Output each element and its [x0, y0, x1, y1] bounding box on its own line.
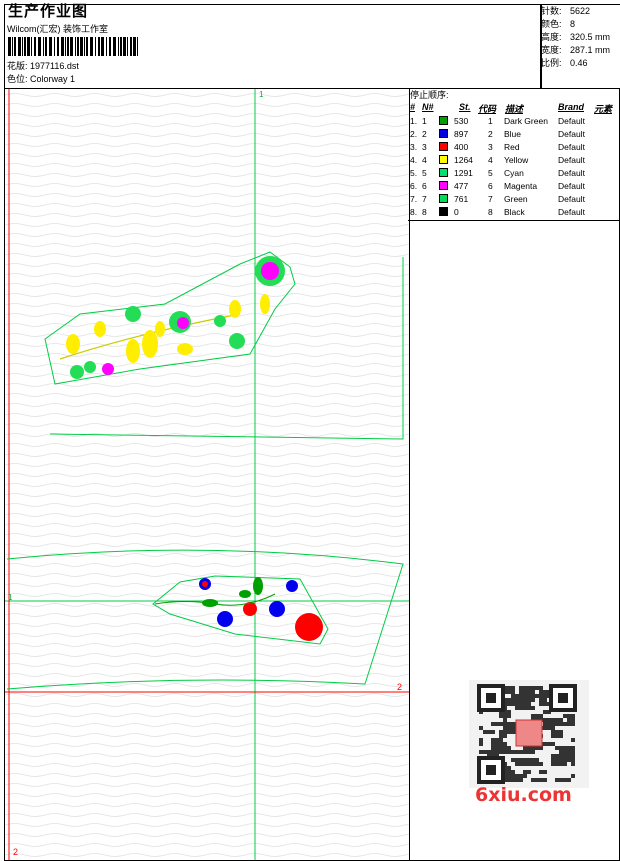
legend-row: 8. 8 0 8 Black Default — [408, 206, 619, 219]
colorway-label: 色位: Colorway 1 — [7, 74, 76, 84]
page-title: 生产作业图 — [8, 3, 89, 20]
legend-cell-stitches: 530 — [454, 116, 469, 126]
legend-header-elem: 元素 — [594, 104, 613, 114]
color-swatch — [439, 142, 448, 151]
legend-cell-brand: Default — [558, 155, 585, 165]
legend-cell-code: 7 — [488, 194, 493, 204]
legend-cell-desc: Blue — [504, 129, 522, 139]
guide-marker-top: 1 — [259, 90, 264, 99]
legend-cell-code: 2 — [488, 129, 493, 139]
color-swatch — [439, 207, 448, 216]
stat-stitches: 针数: 5622 — [541, 6, 591, 16]
legend-cell-num: 7. — [410, 194, 418, 204]
legend-cell-stitches: 1264 — [454, 155, 473, 165]
legend-cell-code: 1 — [488, 116, 493, 126]
legend-cell-code: 8 — [488, 207, 493, 217]
legend-cell-no: 5 — [422, 168, 427, 178]
legend-cell-num: 1. — [410, 116, 418, 126]
legend-cell-no: 2 — [422, 129, 427, 139]
legend-cell-stitches: 761 — [454, 194, 469, 204]
legend-row: 7. 7 761 7 Green Default — [408, 193, 619, 206]
legend-cell-brand: Default — [558, 116, 585, 126]
legend-cell-stitches: 1291 — [454, 168, 473, 178]
legend-cell-code: 5 — [488, 168, 493, 178]
legend-cell-code: 6 — [488, 181, 493, 191]
legend-cell-desc: Dark Green — [504, 116, 548, 126]
legend-cell-brand: Default — [558, 194, 585, 204]
legend-cell-stitches: 477 — [454, 181, 469, 191]
legend-cell-no: 3 — [422, 142, 427, 152]
legend-cell-no: 8 — [422, 207, 427, 217]
company-label: Wilcom(汇宏) 装饰工作室 — [7, 24, 108, 34]
legend-cell-desc: Magenta — [504, 181, 538, 191]
guide-marker-left: 1 — [8, 593, 13, 602]
legend-cell-stitches: 0 — [454, 207, 459, 217]
legend-cell-desc: Red — [504, 142, 520, 152]
legend-cell-num: 5. — [410, 168, 418, 178]
color-swatch — [439, 116, 448, 125]
design-canvas[interactable]: 1 1 2 2 — [4, 88, 410, 861]
stat-width: 宽度: 287.1 mm — [541, 45, 611, 55]
stat-colors: 颜色: 8 — [541, 19, 576, 29]
legend-cell-num: 2. — [410, 129, 418, 139]
stat-height: 高度: 320.5 mm — [541, 32, 611, 42]
barcode-image — [8, 37, 138, 56]
legend-title: 停止顺序: — [410, 90, 449, 100]
legend-row: 3. 3 400 3 Red Default — [408, 141, 619, 154]
legend-cell-brand: Default — [558, 168, 585, 178]
legend-header-no: N# — [422, 102, 434, 112]
color-swatch — [439, 129, 448, 138]
legend-header-desc: 描述 — [505, 104, 524, 114]
legend-row: 5. 5 1291 5 Cyan Default — [408, 167, 619, 180]
legend-header-st: St. — [459, 102, 471, 112]
legend-cell-desc: Black — [504, 207, 525, 217]
legend-cell-stitches: 400 — [454, 142, 469, 152]
stat-scale: 比例: 0.46 — [541, 58, 588, 68]
legend-header-code: 代码 — [478, 104, 497, 114]
right-column-divider — [408, 220, 619, 221]
design-filename: 花版: 1977116.dst — [7, 61, 79, 71]
legend-cell-code: 3 — [488, 142, 493, 152]
legend-cell-num: 6. — [410, 181, 418, 191]
legend-row: 1. 1 530 1 Dark Green Default — [408, 115, 619, 128]
color-swatch — [439, 168, 448, 177]
legend-cell-brand: Default — [558, 142, 585, 152]
legend-row: 2. 2 897 2 Blue Default — [408, 128, 619, 141]
legend-cell-num: 3. — [410, 142, 418, 152]
color-swatch — [439, 181, 448, 190]
legend-row: 6. 6 477 6 Magenta Default — [408, 180, 619, 193]
color-swatch — [439, 194, 448, 203]
legend-cell-code: 4 — [488, 155, 493, 165]
legend-cell-brand: Default — [558, 207, 585, 217]
legend-cell-brand: Default — [558, 129, 585, 139]
legend-cell-desc: Green — [504, 194, 528, 204]
watermark-text: 6xiu.com — [475, 784, 572, 806]
color-swatch — [439, 155, 448, 164]
stop-sequence-legend: 停止顺序: # N# St. 代码 描述 Brand 元素 1. 1 530 1 Dar… — [408, 88, 619, 220]
legend-cell-num: 4. — [410, 155, 418, 165]
legend-cell-no: 4 — [422, 155, 427, 165]
legend-cell-desc: Yellow — [504, 155, 529, 165]
red-marker-bottom: 2 — [13, 847, 19, 857]
legend-row: 4. 4 1264 4 Yellow Default — [408, 154, 619, 167]
legend-cell-num: 8. — [410, 207, 418, 217]
legend-cell-no: 7 — [422, 194, 427, 204]
legend-cell-brand: Default — [558, 181, 585, 191]
legend-cell-stitches: 897 — [454, 129, 469, 139]
legend-header-brand: Brand — [558, 102, 585, 112]
red-marker-right: 2 — [397, 682, 403, 692]
legend-cell-no: 1 — [422, 116, 427, 126]
legend-cell-desc: Cyan — [504, 168, 524, 178]
legend-header-num: # — [410, 102, 416, 112]
legend-cell-no: 6 — [422, 181, 427, 191]
